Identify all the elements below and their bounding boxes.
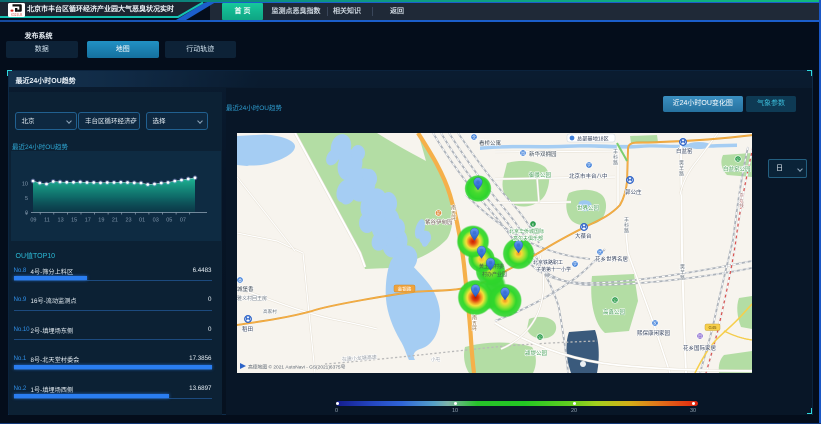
svg-text:高鑫公园: 高鑫公园	[603, 308, 626, 316]
svg-text:亿立信息: 亿立信息	[11, 13, 22, 17]
svg-text:家: 家	[653, 320, 657, 326]
svg-text:金银路: 金银路	[398, 286, 412, 293]
svg-text:小屯: 小屯	[431, 356, 441, 363]
svg-text:23: 23	[125, 218, 131, 224]
svg-text:高家村: 高家村	[263, 308, 277, 315]
svg-text:总部基地18区: 总部基地18区	[577, 135, 609, 143]
svg-text:樊羊路: 樊羊路	[679, 263, 685, 281]
svg-text:城堡香: 城堡香	[237, 285, 254, 293]
svg-text:子弟第十一小学: 子弟第十一小学	[536, 266, 571, 273]
svg-text:学: 学	[587, 162, 591, 168]
svg-text:北京铁路职工: 北京铁路职工	[533, 259, 563, 266]
svg-text:丰科路: 丰科路	[623, 216, 629, 234]
svg-text:09: 09	[30, 218, 36, 224]
svg-text:公: 公	[736, 157, 740, 162]
svg-text:01: 01	[139, 218, 145, 224]
svg-text:19: 19	[98, 218, 104, 224]
svg-text:看桥公寓: 看桥公寓	[479, 139, 502, 147]
svg-text:稻田: 稻田	[242, 325, 253, 333]
svg-text:居: 居	[598, 250, 602, 255]
svg-text:21: 21	[112, 218, 118, 224]
svg-text:颍堤公园: 颍堤公园	[525, 349, 548, 357]
svg-text:郭公庄: 郭公庄	[625, 188, 642, 196]
svg-text:村办产业园: 村办产业园	[482, 271, 507, 278]
svg-text:03: 03	[153, 218, 159, 224]
svg-text:花乡国际家居: 花乡国际家居	[683, 344, 717, 352]
svg-text:07: 07	[180, 218, 186, 224]
svg-text:白盆窑: 白盆窑	[676, 147, 693, 155]
svg-text:10: 10	[22, 182, 28, 188]
svg-text:公: 公	[613, 298, 617, 303]
svg-text:13: 13	[58, 218, 64, 224]
svg-text:世界公园: 世界公园	[577, 204, 600, 212]
svg-text:南五环: 南五环	[450, 204, 456, 222]
svg-text:白盆窑公园: 白盆窑公园	[723, 165, 751, 173]
svg-text:公: 公	[538, 335, 542, 340]
svg-text:御景公园: 御景公园	[529, 171, 552, 179]
svg-text:南五环: 南五环	[471, 314, 477, 332]
svg-text:雅义村回王房: 雅义村回王房	[237, 295, 267, 302]
svg-text:15: 15	[71, 218, 77, 224]
svg-text:京九线: 京九线	[739, 192, 745, 208]
svg-text:香: 香	[238, 277, 242, 283]
svg-text:05: 05	[166, 218, 172, 224]
svg-text:北京市丰台八中: 北京市丰台八中	[569, 172, 608, 180]
svg-text:大葆台: 大葆台	[575, 232, 592, 240]
svg-text:樊羊路: 樊羊路	[678, 159, 684, 177]
svg-text:高德地图 © 2021 AutoNavi - GS(2021: 高德地图 © 2021 AutoNavi - GS(2021)6375号	[248, 364, 346, 371]
svg-text:学: 学	[573, 261, 577, 267]
svg-text:田: 田	[698, 334, 702, 339]
svg-text:新华双拥园: 新华双拥园	[529, 150, 557, 158]
svg-text:北京华侨城国际: 北京华侨城国际	[509, 228, 544, 235]
svg-text:仓: 仓	[472, 134, 476, 140]
svg-text:丰科路: 丰科路	[612, 148, 618, 166]
svg-text:G45: G45	[709, 325, 718, 330]
svg-text:熙保康闲家园: 熙保康闲家园	[637, 329, 671, 337]
svg-text:17: 17	[85, 218, 91, 224]
svg-text:园: 园	[521, 150, 525, 156]
svg-text:紫谷伊甸园: 紫谷伊甸园	[425, 218, 453, 226]
svg-text:花乡世界名居: 花乡世界名居	[595, 255, 629, 263]
svg-text:11: 11	[44, 218, 50, 224]
svg-text:花: 花	[437, 210, 441, 216]
svg-text:高尔夫俱乐部: 高尔夫俱乐部	[513, 235, 543, 242]
svg-text:5: 5	[25, 196, 28, 202]
